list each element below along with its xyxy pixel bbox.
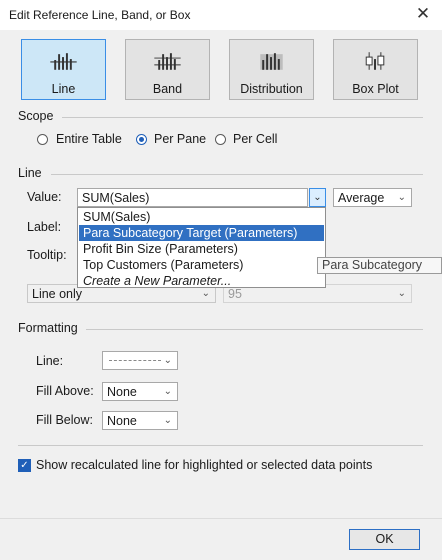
formatting-heading: Formatting — [18, 321, 78, 335]
checkmark-icon: ✓ — [20, 460, 29, 471]
dropdown-option[interactable]: SUM(Sales) — [79, 209, 324, 225]
band-type-label: Band — [152, 82, 183, 96]
line-type-label: Line — [51, 82, 76, 96]
chevron-down-icon: ⌄ — [163, 415, 172, 426]
box-plot-icon — [365, 52, 385, 70]
distribution-icon — [260, 53, 283, 70]
distribution-type-button[interactable]: Distribution — [229, 39, 314, 100]
chevron-down-icon: ⌄ — [163, 386, 172, 397]
create-parameter-option[interactable]: Create a New Parameter... — [79, 273, 324, 289]
fill-below-combo[interactable]: None ⌄ — [102, 411, 178, 430]
line-style-sample — [109, 360, 161, 361]
label-label: Label: — [27, 220, 62, 234]
recalc-label: Show recalculated line for highlighted o… — [36, 458, 373, 472]
dropdown-option[interactable]: Profit Bin Size (Parameters) — [79, 241, 324, 257]
hover-tooltip: Para Subcategory — [317, 257, 442, 274]
dropdown-option[interactable]: Para Subcategory Target (Parameters) — [79, 225, 324, 241]
fill-below-value: None — [107, 414, 137, 428]
footer-divider — [0, 518, 442, 519]
chevron-down-icon: ⌄ — [397, 288, 406, 299]
aggregation-text: Average — [338, 191, 385, 205]
fill-above-label: Fill Above: — [36, 384, 94, 398]
fill-above-value: None — [107, 385, 137, 399]
formatting-divider — [86, 329, 423, 330]
confidence-text: 95 — [228, 287, 242, 301]
value-dropdown-button[interactable]: ⌄ — [309, 188, 326, 207]
value-selected-text: SUM(Sales) — [82, 191, 150, 205]
fill-above-combo[interactable]: None ⌄ — [102, 382, 178, 401]
value-dropdown-list: SUM(Sales) Para Subcategory Target (Para… — [77, 207, 326, 288]
per-cell-label: Per Cell — [233, 132, 278, 146]
entire-table-radio[interactable] — [37, 134, 48, 145]
box-plot-type-label: Box Plot — [352, 82, 399, 96]
fill-below-label: Fill Below: — [36, 413, 93, 427]
per-cell-radio[interactable] — [215, 134, 226, 145]
per-pane-label: Per Pane — [154, 132, 207, 146]
window-title: Edit Reference Line, Band, or Box — [9, 8, 191, 22]
line-only-text: Line only — [32, 287, 83, 301]
scope-heading: Scope — [18, 109, 54, 123]
line-type-button[interactable]: Line — [21, 39, 106, 100]
line-style-combo[interactable]: ⌄ — [102, 351, 178, 370]
per-pane-radio[interactable] — [136, 134, 147, 145]
chevron-down-icon: ⌄ — [163, 355, 172, 366]
box-plot-type-button[interactable]: Box Plot — [333, 39, 418, 100]
aggregation-combo[interactable]: Average ⌄ — [333, 188, 412, 207]
chevron-down-icon: ⌄ — [397, 192, 406, 203]
band-type-button[interactable]: Band — [125, 39, 210, 100]
tooltip-label: Tooltip: — [27, 248, 67, 262]
scope-divider — [62, 117, 423, 118]
value-label: Value: — [27, 190, 62, 204]
entire-table-label: Entire Table — [56, 132, 122, 146]
close-icon[interactable]: ✕ — [412, 4, 434, 24]
chevron-down-icon: ⌄ — [313, 192, 322, 203]
dropdown-option[interactable]: Top Customers (Parameters) — [79, 257, 324, 273]
line-divider — [51, 174, 423, 175]
chevron-down-icon: ⌄ — [201, 288, 210, 299]
ok-button[interactable]: OK — [349, 529, 420, 550]
line-heading: Line — [18, 166, 42, 180]
distribution-type-label: Distribution — [240, 82, 303, 96]
format-line-label: Line: — [36, 354, 64, 368]
bottom-divider — [18, 445, 423, 446]
band-icon — [154, 53, 181, 70]
recalc-checkbox[interactable]: ✓ — [18, 459, 31, 472]
value-combo[interactable]: SUM(Sales) — [77, 188, 308, 207]
line-icon — [50, 53, 77, 70]
